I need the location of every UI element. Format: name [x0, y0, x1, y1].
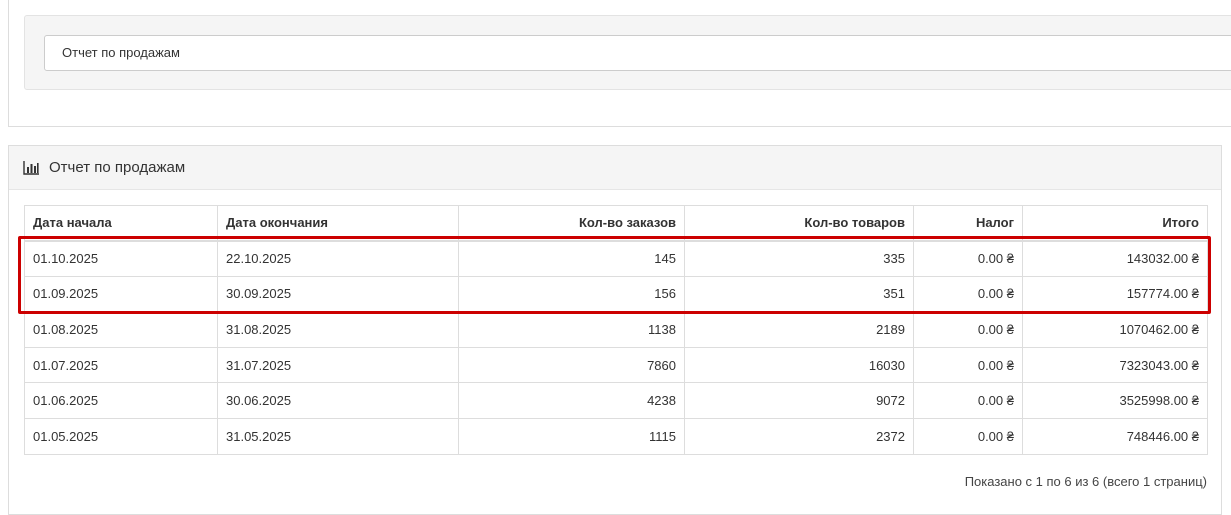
cell-orders: 1138 — [458, 311, 685, 348]
cell-end-date: 31.07.2025 — [217, 346, 459, 384]
cell-end-date: 31.08.2025 — [217, 311, 459, 348]
col-header-start-date[interactable]: Дата начала — [24, 205, 218, 242]
cell-products: 2372 — [684, 417, 914, 455]
cell-start-date: 01.08.2025 — [24, 311, 218, 348]
report-type-select[interactable]: Отчет по продажам — [44, 35, 1231, 71]
cell-orders: 1115 — [458, 417, 685, 455]
panel-heading: Отчет по продажам — [9, 146, 1221, 190]
cell-total: 143032.00 ₴ — [1022, 240, 1208, 277]
cell-products: 335 — [684, 240, 914, 277]
panel-title: Отчет по продажам — [49, 159, 186, 176]
cell-tax: 0.00 ₴ — [913, 417, 1023, 455]
cell-end-date: 30.09.2025 — [217, 275, 459, 313]
cell-products: 16030 — [684, 346, 914, 384]
cell-start-date: 01.09.2025 — [24, 275, 218, 313]
table-row: 01.09.2025 30.09.2025 156 351 0.00 ₴ 157… — [24, 275, 1208, 313]
cell-tax: 0.00 ₴ — [913, 275, 1023, 313]
cell-tax: 0.00 ₴ — [913, 240, 1023, 277]
cell-total: 1070462.00 ₴ — [1022, 311, 1208, 348]
col-header-orders[interactable]: Кол-во заказов — [458, 205, 685, 242]
filter-panel: Отчет по продажам — [8, 0, 1231, 127]
cell-start-date: 01.07.2025 — [24, 346, 218, 384]
report-table: Дата начала Дата окончания Кол-во заказо… — [24, 205, 1208, 455]
cell-orders: 145 — [458, 240, 685, 277]
cell-end-date: 31.05.2025 — [217, 417, 459, 455]
cell-products: 2189 — [684, 311, 914, 348]
report-table-wrap: Дата начала Дата окончания Кол-во заказо… — [24, 205, 1208, 455]
pagination-info: Показано с 1 по 6 из 6 (всего 1 страниц) — [964, 474, 1207, 489]
table-row: 01.05.2025 31.05.2025 1115 2372 0.00 ₴ 7… — [24, 417, 1208, 455]
cell-orders: 4238 — [458, 382, 685, 419]
cell-orders: 156 — [458, 275, 685, 313]
cell-end-date: 30.06.2025 — [217, 382, 459, 419]
cell-products: 351 — [684, 275, 914, 313]
cell-orders: 7860 — [458, 346, 685, 384]
cell-start-date: 01.06.2025 — [24, 382, 218, 419]
col-header-products[interactable]: Кол-во товаров — [684, 205, 914, 242]
table-row: 01.10.2025 22.10.2025 145 335 0.00 ₴ 143… — [24, 240, 1208, 277]
cell-end-date: 22.10.2025 — [217, 240, 459, 277]
cell-total: 3525998.00 ₴ — [1022, 382, 1208, 419]
cell-tax: 0.00 ₴ — [913, 311, 1023, 348]
cell-products: 9072 — [684, 382, 914, 419]
col-header-tax[interactable]: Налог — [913, 205, 1023, 242]
cell-total: 157774.00 ₴ — [1022, 275, 1208, 313]
col-header-total[interactable]: Итого — [1022, 205, 1208, 242]
cell-total: 7323043.00 ₴ — [1022, 346, 1208, 384]
table-row: 01.07.2025 31.07.2025 7860 16030 0.00 ₴ … — [24, 346, 1208, 384]
table-row: 01.08.2025 31.08.2025 1138 2189 0.00 ₴ 1… — [24, 311, 1208, 348]
cell-start-date: 01.05.2025 — [24, 417, 218, 455]
cell-total: 748446.00 ₴ — [1022, 417, 1208, 455]
table-header-row: Дата начала Дата окончания Кол-во заказо… — [24, 205, 1208, 242]
report-panel: Отчет по продажам Дата начала Дата оконч… — [8, 145, 1222, 515]
table-row: 01.06.2025 30.06.2025 4238 9072 0.00 ₴ 3… — [24, 382, 1208, 419]
filter-well: Отчет по продажам — [24, 15, 1231, 90]
cell-tax: 0.00 ₴ — [913, 346, 1023, 384]
cell-start-date: 01.10.2025 — [24, 240, 218, 277]
cell-tax: 0.00 ₴ — [913, 382, 1023, 419]
bar-chart-icon — [23, 160, 40, 175]
col-header-end-date[interactable]: Дата окончания — [217, 205, 459, 242]
